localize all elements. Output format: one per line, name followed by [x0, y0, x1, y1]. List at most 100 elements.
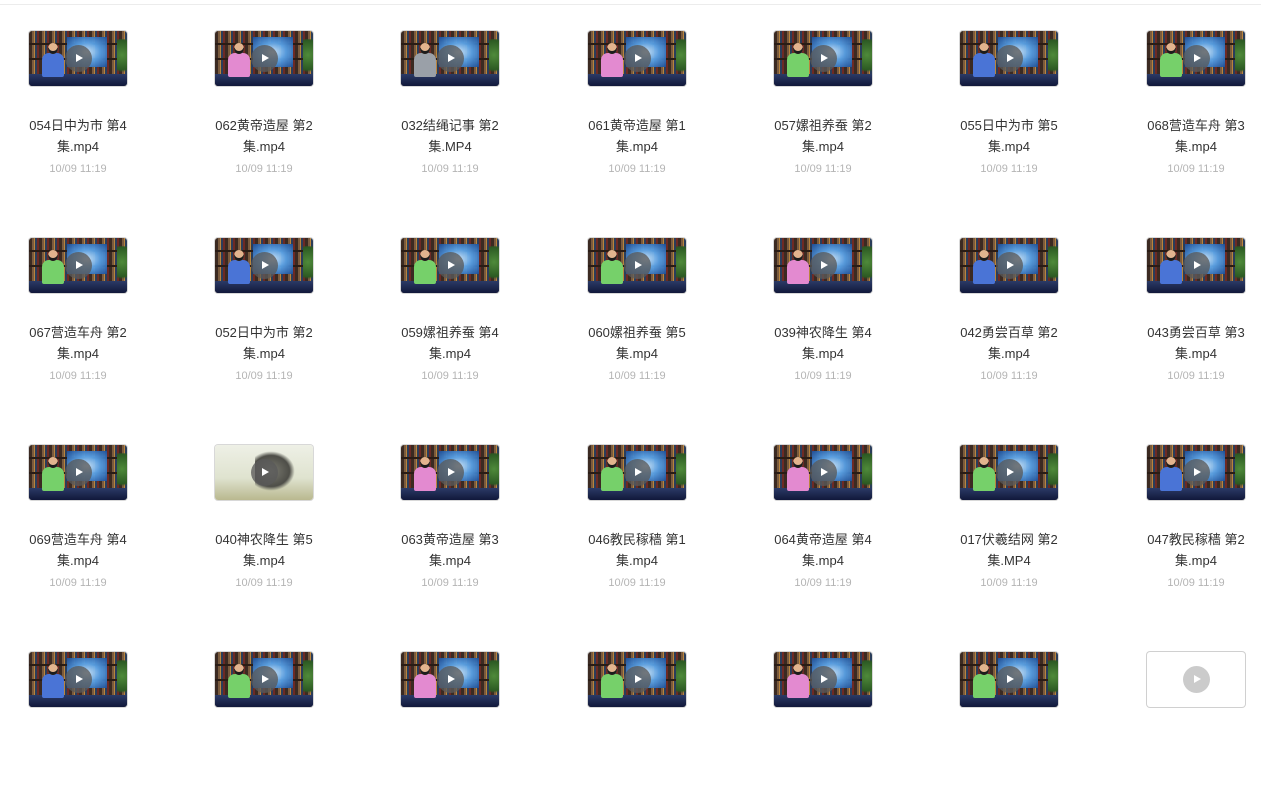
video-thumbnail[interactable] — [960, 238, 1058, 293]
play-circle-icon[interactable] — [65, 459, 92, 486]
video-thumbnail[interactable] — [774, 445, 872, 500]
video-thumbnail[interactable] — [215, 31, 313, 86]
video-thumbnail[interactable] — [588, 31, 686, 86]
play-circle-icon[interactable] — [624, 459, 651, 486]
file-name[interactable]: 069营造车舟 第4 集.mp4 — [0, 529, 158, 571]
file-tile[interactable] — [0, 621, 158, 801]
play-circle-icon[interactable] — [1183, 45, 1210, 72]
play-circle-icon[interactable] — [996, 252, 1023, 279]
play-circle-icon[interactable] — [996, 45, 1023, 72]
file-tile[interactable]: 046教民稼穑 第1 集.mp4 10/09 11:19 — [557, 414, 717, 594]
file-tile[interactable]: 055日中为市 第5 集.mp4 10/09 11:19 — [929, 0, 1089, 180]
file-tile[interactable]: 064黄帝造屋 第4 集.mp4 10/09 11:19 — [743, 414, 903, 594]
play-circle-icon[interactable] — [251, 45, 278, 72]
video-thumbnail[interactable] — [1147, 445, 1245, 500]
file-name[interactable]: 059嫘祖养蚕 第4 集.mp4 — [370, 322, 530, 364]
video-thumbnail[interactable] — [1147, 31, 1245, 86]
play-circle-icon[interactable] — [810, 252, 837, 279]
play-circle-icon[interactable] — [1183, 666, 1210, 693]
file-name[interactable]: 055日中为市 第5 集.mp4 — [929, 115, 1089, 157]
file-name[interactable]: 064黄帝造屋 第4 集.mp4 — [743, 529, 903, 571]
play-circle-icon[interactable] — [437, 666, 464, 693]
file-tile[interactable]: 040神农降生 第5 集.mp4 10/09 11:19 — [184, 414, 344, 594]
play-circle-icon[interactable] — [810, 459, 837, 486]
video-thumbnail[interactable] — [774, 31, 872, 86]
file-name[interactable]: 067营造车舟 第2 集.mp4 — [0, 322, 158, 364]
file-tile[interactable] — [557, 621, 717, 801]
file-name[interactable]: 039神农降生 第4 集.mp4 — [743, 322, 903, 364]
file-name[interactable]: 068营造车舟 第3 集.mp4 — [1116, 115, 1276, 157]
video-thumbnail[interactable] — [588, 238, 686, 293]
video-thumbnail[interactable] — [215, 445, 313, 500]
file-tile[interactable]: 047教民稼穑 第2 集.mp4 10/09 11:19 — [1116, 414, 1276, 594]
play-circle-icon[interactable] — [437, 45, 464, 72]
file-tile[interactable] — [184, 621, 344, 801]
file-name[interactable]: 061黄帝造屋 第1 集.mp4 — [557, 115, 717, 157]
file-name[interactable]: 052日中为市 第2 集.mp4 — [184, 322, 344, 364]
video-thumbnail[interactable] — [29, 445, 127, 500]
play-circle-icon[interactable] — [437, 459, 464, 486]
file-tile[interactable]: 069营造车舟 第4 集.mp4 10/09 11:19 — [0, 414, 158, 594]
file-name[interactable]: 042勇尝百草 第2 集.mp4 — [929, 322, 1089, 364]
file-tile[interactable]: 042勇尝百草 第2 集.mp4 10/09 11:19 — [929, 207, 1089, 387]
play-circle-icon[interactable] — [624, 45, 651, 72]
file-name[interactable]: 047教民稼穑 第2 集.mp4 — [1116, 529, 1276, 571]
video-thumbnail[interactable] — [588, 445, 686, 500]
file-tile[interactable]: 039神农降生 第4 集.mp4 10/09 11:19 — [743, 207, 903, 387]
file-tile[interactable]: 061黄帝造屋 第1 集.mp4 10/09 11:19 — [557, 0, 717, 180]
file-name[interactable]: 017伏羲结网 第2 集.MP4 — [929, 529, 1089, 571]
file-tile[interactable]: 052日中为市 第2 集.mp4 10/09 11:19 — [184, 207, 344, 387]
file-name[interactable]: 043勇尝百草 第3 集.mp4 — [1116, 322, 1276, 364]
file-name[interactable]: 032结绳记事 第2 集.MP4 — [370, 115, 530, 157]
file-tile[interactable]: 067营造车舟 第2 集.mp4 10/09 11:19 — [0, 207, 158, 387]
play-circle-icon[interactable] — [251, 459, 278, 486]
video-thumbnail[interactable] — [401, 31, 499, 86]
file-tile[interactable]: 063黄帝造屋 第3 集.mp4 10/09 11:19 — [370, 414, 530, 594]
video-thumbnail[interactable] — [774, 238, 872, 293]
video-thumbnail[interactable] — [401, 652, 499, 707]
file-tile[interactable]: 060嫘祖养蚕 第5 集.mp4 10/09 11:19 — [557, 207, 717, 387]
play-circle-icon[interactable] — [810, 666, 837, 693]
video-thumbnail[interactable] — [588, 652, 686, 707]
play-circle-icon[interactable] — [437, 252, 464, 279]
file-name[interactable]: 046教民稼穑 第1 集.mp4 — [557, 529, 717, 571]
play-circle-icon[interactable] — [65, 666, 92, 693]
file-tile[interactable] — [1116, 621, 1276, 801]
play-circle-icon[interactable] — [1183, 252, 1210, 279]
file-tile[interactable]: 062黄帝造屋 第2 集.mp4 10/09 11:19 — [184, 0, 344, 180]
file-tile[interactable]: 017伏羲结网 第2 集.MP4 10/09 11:19 — [929, 414, 1089, 594]
file-name[interactable]: 062黄帝造屋 第2 集.mp4 — [184, 115, 344, 157]
video-thumbnail[interactable] — [1147, 238, 1245, 293]
video-thumbnail[interactable] — [1147, 652, 1245, 707]
video-thumbnail[interactable] — [29, 652, 127, 707]
video-thumbnail[interactable] — [401, 445, 499, 500]
video-thumbnail[interactable] — [29, 238, 127, 293]
file-tile[interactable] — [929, 621, 1089, 801]
video-thumbnail[interactable] — [215, 652, 313, 707]
file-tile[interactable]: 057嫘祖养蚕 第2 集.mp4 10/09 11:19 — [743, 0, 903, 180]
video-thumbnail[interactable] — [215, 238, 313, 293]
video-thumbnail[interactable] — [960, 445, 1058, 500]
video-thumbnail[interactable] — [960, 31, 1058, 86]
file-tile[interactable]: 068营造车舟 第3 集.mp4 10/09 11:19 — [1116, 0, 1276, 180]
file-name[interactable]: 063黄帝造屋 第3 集.mp4 — [370, 529, 530, 571]
video-thumbnail[interactable] — [960, 652, 1058, 707]
file-name[interactable]: 057嫘祖养蚕 第2 集.mp4 — [743, 115, 903, 157]
video-thumbnail[interactable] — [401, 238, 499, 293]
play-circle-icon[interactable] — [996, 666, 1023, 693]
file-tile[interactable]: 054日中为市 第4 集.mp4 10/09 11:19 — [0, 0, 158, 180]
file-name[interactable]: 060嫘祖养蚕 第5 集.mp4 — [557, 322, 717, 364]
video-thumbnail[interactable] — [774, 652, 872, 707]
file-name[interactable]: 040神农降生 第5 集.mp4 — [184, 529, 344, 571]
play-circle-icon[interactable] — [251, 666, 278, 693]
play-circle-icon[interactable] — [251, 252, 278, 279]
play-circle-icon[interactable] — [624, 252, 651, 279]
file-tile[interactable] — [370, 621, 530, 801]
play-circle-icon[interactable] — [65, 45, 92, 72]
video-thumbnail[interactable] — [29, 31, 127, 86]
play-circle-icon[interactable] — [624, 666, 651, 693]
scrollbar-track[interactable] — [1273, 0, 1287, 676]
play-circle-icon[interactable] — [996, 459, 1023, 486]
play-circle-icon[interactable] — [810, 45, 837, 72]
file-tile[interactable] — [743, 621, 903, 801]
